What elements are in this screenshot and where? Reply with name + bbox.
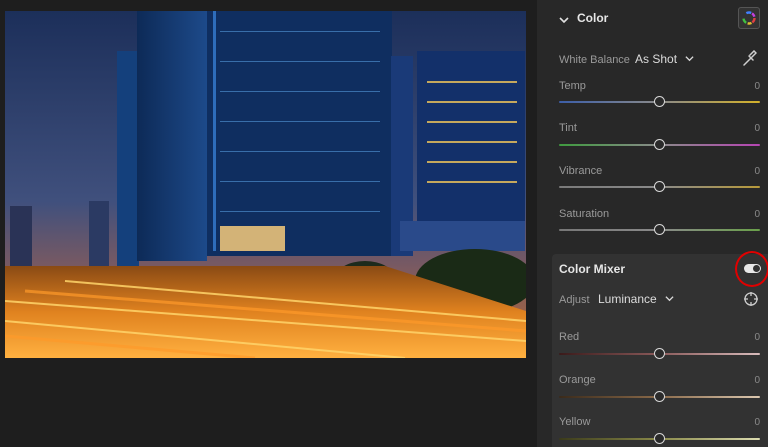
orange-slider-thumb[interactable] <box>654 391 665 402</box>
red-slider-thumb[interactable] <box>654 348 665 359</box>
edit-panel: Color White Balance As Shot Temp 0 Tint … <box>537 0 768 447</box>
chevron-down-icon <box>685 56 694 62</box>
orange-label: Orange <box>559 374 596 386</box>
white-balance-value: As Shot <box>635 52 678 66</box>
saturation-value[interactable]: 0 <box>754 209 760 220</box>
temp-value[interactable]: 0 <box>754 81 760 92</box>
tint-slider-thumb[interactable] <box>654 139 665 150</box>
chevron-down-icon[interactable] <box>559 12 569 30</box>
yellow-label: Yellow <box>559 416 591 428</box>
color-wheel-icon <box>742 11 756 25</box>
temp-label: Temp <box>559 80 586 92</box>
orange-value[interactable]: 0 <box>754 375 760 386</box>
vibrance-value[interactable]: 0 <box>754 166 760 177</box>
adjust-value: Luminance <box>598 292 657 306</box>
yellow-value[interactable]: 0 <box>754 417 760 428</box>
target-adjust-icon[interactable] <box>743 291 759 312</box>
vibrance-slider-thumb[interactable] <box>654 181 665 192</box>
saturation-label: Saturation <box>559 208 610 220</box>
white-balance-dropdown[interactable]: As Shot <box>635 52 694 66</box>
city-night-photo <box>5 11 526 358</box>
red-label: Red <box>559 331 580 343</box>
white-balance-label: White Balance <box>559 54 630 66</box>
yellow-slider-thumb[interactable] <box>654 433 665 444</box>
adjust-dropdown[interactable]: Luminance <box>598 292 674 306</box>
color-section-title[interactable]: Color <box>577 11 608 25</box>
color-wheel-button[interactable] <box>738 7 760 29</box>
color-mixer-title[interactable]: Color Mixer <box>559 262 625 276</box>
eyedropper-icon[interactable] <box>741 49 758 73</box>
saturation-slider-thumb[interactable] <box>654 224 665 235</box>
color-mixer-toggle[interactable] <box>744 264 761 273</box>
vibrance-label: Vibrance <box>559 165 603 177</box>
tint-value[interactable]: 0 <box>754 123 760 134</box>
toggle-knob <box>753 265 760 272</box>
photo-preview[interactable] <box>5 11 526 358</box>
adjust-label: Adjust <box>559 294 590 306</box>
tint-label: Tint <box>559 122 577 134</box>
chevron-down-icon <box>665 296 674 302</box>
red-value[interactable]: 0 <box>754 332 760 343</box>
temp-slider-thumb[interactable] <box>654 96 665 107</box>
